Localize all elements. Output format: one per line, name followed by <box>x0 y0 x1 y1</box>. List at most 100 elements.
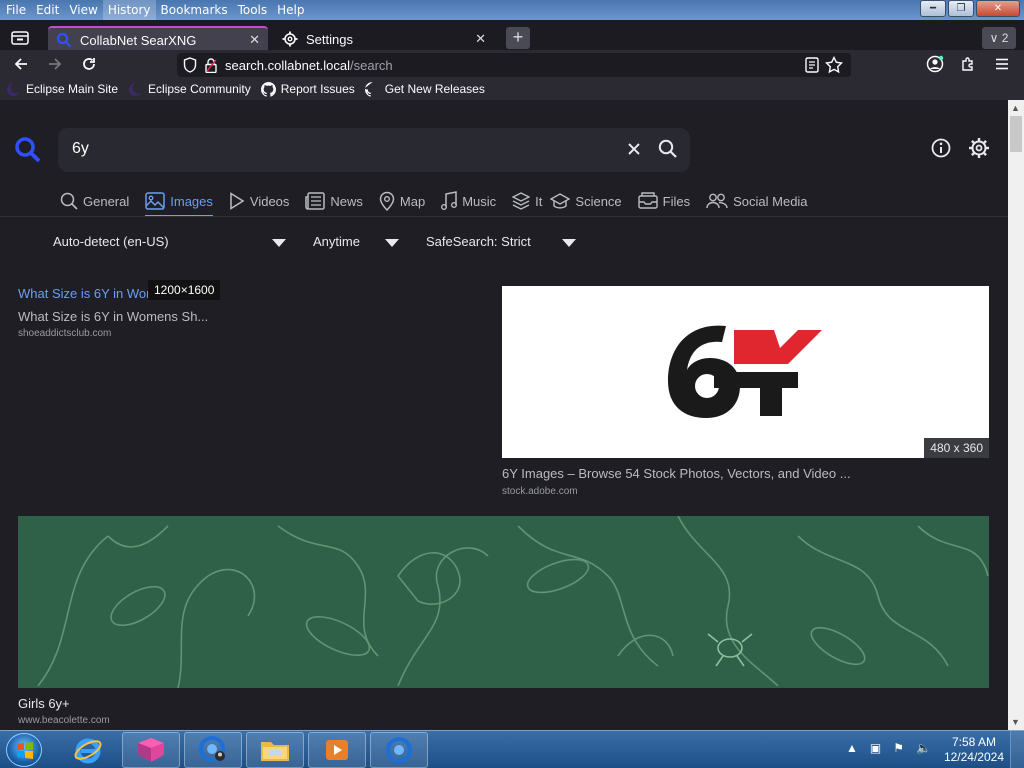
category-news[interactable]: News <box>305 188 363 214</box>
category-images[interactable]: Images <box>145 188 213 217</box>
scroll-down-icon[interactable]: ▼ <box>1011 717 1020 727</box>
reader-view-icon[interactable] <box>805 57 819 73</box>
menu-help[interactable]: Help <box>272 0 309 20</box>
bookmark-get-new-releases[interactable]: Get New Releases <box>364 81 485 97</box>
new-tab-button[interactable]: + <box>506 27 530 49</box>
result-thumbnail[interactable]: 480 x 360 <box>502 286 989 458</box>
searxng-logo[interactable] <box>14 136 42 167</box>
scrollbar-thumb[interactable] <box>1010 116 1022 152</box>
category-general[interactable]: General <box>60 188 129 214</box>
bookmark-eclipse-main[interactable]: Eclipse Main Site <box>6 82 118 97</box>
lock-icon[interactable] <box>205 57 217 73</box>
result-description: What Size is 6Y in Womens Sh... <box>18 309 209 324</box>
github-icon <box>260 81 276 97</box>
clear-search-icon[interactable] <box>626 140 642 161</box>
page-scrollbar[interactable]: ▲ ▼ <box>1008 100 1024 730</box>
menu-history[interactable]: History <box>102 0 156 20</box>
image-icon <box>145 192 165 210</box>
url-bar[interactable]: search.collabnet.local/search <box>177 53 851 77</box>
taskbar-app-1[interactable] <box>122 732 180 768</box>
result-title[interactable]: Girls 6y+ <box>18 696 70 711</box>
result-url: stock.adobe.com <box>502 486 578 497</box>
taskbar-ie[interactable] <box>70 734 106 766</box>
category-science[interactable]: Science <box>550 188 622 214</box>
scroll-up-icon[interactable]: ▲ <box>1011 103 1020 113</box>
menu-file[interactable]: File <box>0 0 31 20</box>
taskbar-browser[interactable] <box>370 732 428 768</box>
menu-tools[interactable]: Tools <box>233 0 273 20</box>
list-all-tabs-button[interactable]: ∨ 2 <box>982 27 1016 49</box>
browser-icon <box>386 737 412 763</box>
taskbar-app-2[interactable] <box>184 732 242 768</box>
newspaper-icon <box>305 192 326 210</box>
clock[interactable]: 7:58 AM 12/24/2024 <box>944 735 1004 765</box>
nav-bar: search.collabnet.local/search <box>0 50 1024 78</box>
category-videos[interactable]: Videos <box>229 188 289 214</box>
category-social-media[interactable]: Social Media <box>706 188 808 214</box>
safesearch-caret-icon[interactable] <box>562 239 576 247</box>
search-input[interactable]: 6y <box>72 140 89 158</box>
forward-button[interactable] <box>44 54 66 74</box>
6y-logo-image <box>668 325 822 418</box>
browser-user-icon <box>199 736 225 762</box>
music-icon <box>441 191 458 211</box>
search-icon[interactable] <box>658 139 678 162</box>
action-center-flag-icon[interactable]: ⚑ <box>893 741 904 755</box>
reload-button[interactable] <box>78 54 100 74</box>
extensions-button[interactable] <box>957 54 979 74</box>
language-select[interactable]: Auto-detect (en-US) <box>53 234 169 249</box>
volume-muted-icon[interactable]: 🔈 <box>916 741 931 755</box>
category-files[interactable]: Files <box>637 188 690 214</box>
shield-icon[interactable] <box>183 57 197 73</box>
searxng-icon <box>56 32 72 48</box>
minimize-button[interactable]: ━ <box>920 0 946 17</box>
time-range-select[interactable]: Anytime <box>313 234 360 249</box>
category-label: Images <box>170 193 213 209</box>
menu-bar: File Edit View History Bookmarks Tools H… <box>0 0 1024 20</box>
tab-count: 2 <box>1001 31 1009 45</box>
start-button[interactable] <box>6 733 42 767</box>
category-label: Music <box>462 193 497 209</box>
language-caret-icon[interactable] <box>272 239 286 247</box>
account-button[interactable] <box>924 54 946 74</box>
menu-view[interactable]: View <box>64 0 102 20</box>
category-map[interactable]: Map <box>379 188 425 214</box>
resolution-badge: 480 x 360 <box>924 438 989 458</box>
preferences-gear-icon[interactable] <box>968 137 990 162</box>
back-button[interactable] <box>10 54 32 74</box>
time-caret-icon[interactable] <box>385 239 399 247</box>
tray-expand-icon[interactable]: ▲ <box>846 741 858 755</box>
search-filters: Auto-detect (en-US) Anytime SafeSearch: … <box>0 234 1008 254</box>
category-label: Science <box>575 193 622 209</box>
bookmark-report-issues[interactable]: Report Issues <box>260 81 355 97</box>
taskbar-media[interactable] <box>308 732 366 768</box>
search-icon <box>60 192 78 210</box>
category-it[interactable]: It <box>512 188 542 214</box>
eclipse-icon <box>128 82 144 97</box>
arrow-left-icon <box>14 58 27 70</box>
firefox-view-button[interactable] <box>6 25 34 51</box>
result-thumbnail[interactable] <box>18 516 989 688</box>
category-music[interactable]: Music <box>441 188 496 214</box>
show-desktop-button[interactable] <box>1010 731 1024 768</box>
close-window-button[interactable]: ✕ <box>976 0 1020 17</box>
menu-bookmarks[interactable]: Bookmarks <box>156 0 233 20</box>
search-box[interactable]: 6y <box>58 128 690 172</box>
close-tab-icon[interactable]: ✕ <box>475 31 486 47</box>
info-icon[interactable] <box>931 138 951 161</box>
close-tab-icon[interactable]: ✕ <box>249 32 260 48</box>
taskbar-explorer[interactable] <box>246 732 304 768</box>
app-menu-button[interactable] <box>991 54 1013 74</box>
inbox-icon <box>637 192 658 210</box>
map-pin-icon <box>379 191 395 211</box>
result-title[interactable]: 6Y Images – Browse 54 Stock Photos, Vect… <box>502 466 851 481</box>
menu-edit[interactable]: Edit <box>31 0 64 20</box>
bookmark-star-icon[interactable] <box>825 56 843 74</box>
tab-settings[interactable]: Settings ✕ <box>274 26 494 52</box>
floral-pattern-image <box>37 516 989 688</box>
bookmark-eclipse-community[interactable]: Eclipse Community <box>128 82 251 97</box>
restore-button[interactable]: ❐ <box>948 0 974 17</box>
network-icon[interactable]: ▣ <box>870 741 881 755</box>
tab-searxng[interactable]: CollabNet SearXNG ✕ <box>48 26 268 52</box>
safesearch-select[interactable]: SafeSearch: Strict <box>426 234 531 249</box>
